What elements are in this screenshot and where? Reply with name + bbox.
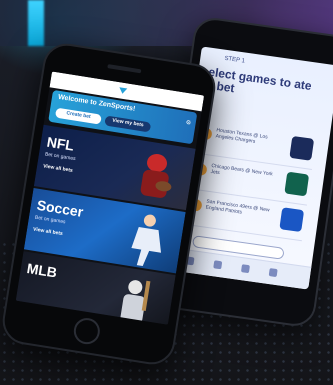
profile-icon[interactable]	[268, 268, 278, 278]
row-label: San Francisco 49ers @ New England Patrio…	[205, 198, 270, 216]
search-icon[interactable]	[240, 264, 250, 274]
back-phone-heading: elect games to ate a bet	[205, 64, 313, 96]
row-label: Houston Texans @ Los Angeles Chargers	[215, 127, 269, 145]
background-glow-bar	[28, 0, 44, 46]
row-label: Chicago Bears @ New York Jets	[210, 162, 274, 178]
view-my-bets-button[interactable]: View my bets	[104, 115, 152, 133]
front-phone-screen: Welcome to ZenSports! Create bet View my…	[15, 71, 205, 325]
team-logo-icon	[279, 207, 305, 233]
phone-speaker	[107, 64, 142, 74]
back-phone-step: STEP 1	[224, 55, 246, 65]
home-button[interactable]	[71, 316, 102, 346]
create-bet-button[interactable]: Create bet	[54, 107, 102, 125]
tile-cta[interactable]: View all bets	[33, 226, 63, 237]
team-logo-icon	[289, 135, 315, 161]
tile-title: MLB	[25, 260, 59, 281]
zensports-logo-icon	[119, 87, 128, 94]
team-logo-icon	[284, 171, 310, 197]
tile-cta[interactable]: View all bets	[43, 163, 73, 174]
soccer-player-icon	[131, 214, 162, 267]
baseball-player-icon	[120, 280, 151, 324]
scene: STEP 1 elect games to ate a bet Houston …	[0, 0, 333, 385]
bets-icon[interactable]	[213, 260, 223, 270]
tile-title: NFL	[45, 133, 76, 154]
gear-icon[interactable]: ⚙	[185, 119, 192, 127]
football-player-icon	[140, 153, 172, 198]
